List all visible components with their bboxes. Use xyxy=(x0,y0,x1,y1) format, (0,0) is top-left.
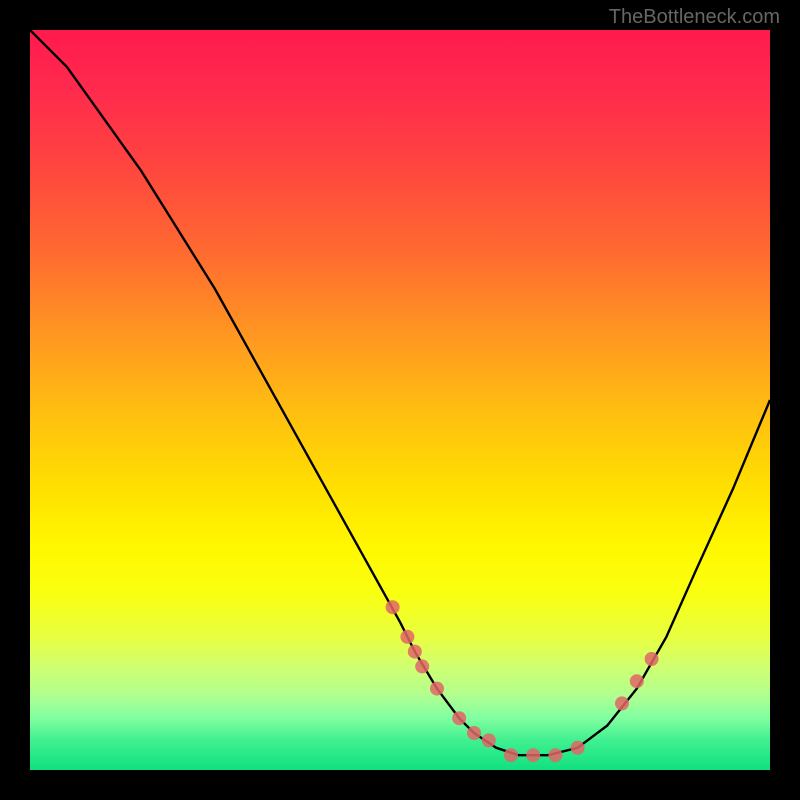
data-marker xyxy=(548,748,562,762)
watermark-text: TheBottleneck.com xyxy=(609,6,780,29)
data-marker xyxy=(400,630,414,644)
plot-area xyxy=(30,30,770,770)
bottleneck-curve xyxy=(30,30,770,755)
data-marker xyxy=(430,682,444,696)
chart-svg xyxy=(30,30,770,770)
data-marker xyxy=(526,748,540,762)
data-marker xyxy=(630,674,644,688)
data-marker xyxy=(386,600,400,614)
data-marker xyxy=(571,741,585,755)
data-marker xyxy=(467,726,481,740)
data-marker xyxy=(615,696,629,710)
data-marker xyxy=(408,645,422,659)
data-marker xyxy=(504,748,518,762)
data-marker xyxy=(415,659,429,673)
data-marker xyxy=(482,733,496,747)
data-marker xyxy=(452,711,466,725)
data-marker xyxy=(645,652,659,666)
data-markers xyxy=(386,600,659,762)
